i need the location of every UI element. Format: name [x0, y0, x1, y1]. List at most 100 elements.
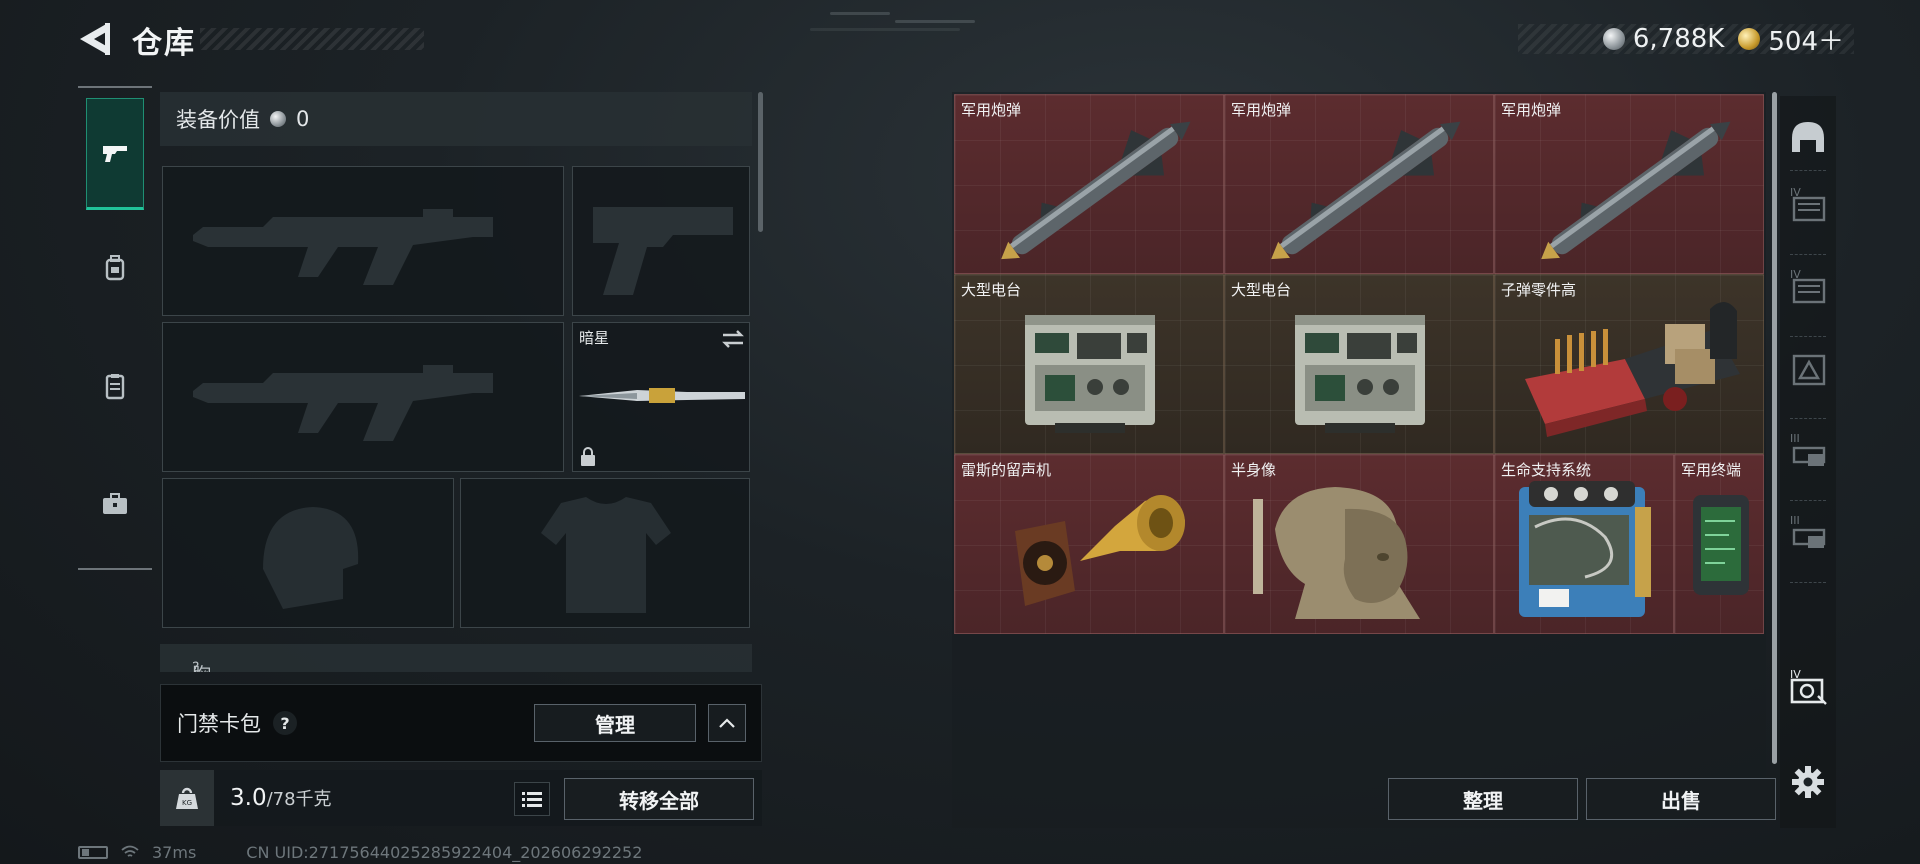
armor-silhouette-icon — [541, 497, 671, 613]
tab-armor[interactable] — [86, 212, 144, 324]
ping-text: 37ms — [152, 842, 197, 862]
missile-item-art — [1001, 121, 1191, 260]
equipment-panel: 装备价值 0 暗星 ? — [160, 92, 764, 672]
collapse-button[interactable] — [708, 704, 746, 742]
svg-text:III: III — [1790, 514, 1800, 527]
stash-item-ammo-parts[interactable]: 子弹零件高 — [1494, 274, 1764, 454]
pistol-slot[interactable] — [572, 166, 750, 316]
tab-consumables[interactable] — [86, 330, 144, 442]
pistol-icon — [103, 146, 127, 162]
radio-item-art — [1025, 315, 1155, 433]
stash-item-gramophone[interactable]: 雷斯的留声机 — [954, 454, 1224, 634]
stash-item-missile[interactable]: 军用炮弹 — [954, 94, 1224, 274]
silver-coin-icon — [270, 111, 286, 127]
tier-4-box-icon: IV — [1790, 186, 1826, 222]
primary-weapon-slot[interactable] — [162, 166, 564, 316]
missile-item-art — [1541, 121, 1731, 260]
gramophone-item-art — [1015, 495, 1185, 606]
gold-currency[interactable]: 504＋ — [1738, 21, 1844, 58]
currency-bar: 6,788K 504＋ — [1518, 24, 1854, 57]
item-label: 大型电台 — [961, 281, 1022, 299]
silver-coin-icon — [1602, 28, 1625, 50]
page-title: 仓库 — [132, 26, 196, 61]
uid-text: CN UID:27175644025285922404_202606292252 — [246, 842, 643, 862]
rail-page-4[interactable]: III — [1786, 428, 1830, 472]
equipment-value-row: 装备价值 0 — [160, 92, 752, 146]
tab-weapons[interactable] — [86, 98, 144, 210]
settings-button[interactable] — [1786, 760, 1830, 804]
item-label: 军用终端 — [1681, 461, 1742, 479]
stash-item-life-support[interactable]: 生命支持系统 — [1494, 454, 1674, 634]
pistol-silhouette-icon — [593, 207, 733, 295]
stash-item-radio[interactable]: 大型电台 — [1224, 274, 1494, 454]
tier-4-safe-icon: IV — [1790, 668, 1827, 705]
gold-amount: 504＋ — [1768, 26, 1844, 57]
rail-page-6-active[interactable]: IV — [1786, 664, 1830, 708]
bg-decor — [895, 20, 975, 23]
stash-scrollbar[interactable] — [1772, 92, 1777, 764]
knife-item-art — [579, 388, 745, 403]
rail-page-5[interactable]: III — [1786, 510, 1830, 554]
sell-button[interactable]: 出售 — [1586, 778, 1776, 820]
sort-button[interactable]: 整理 — [1388, 778, 1578, 820]
tab-items[interactable] — [86, 448, 144, 560]
wifi-icon — [121, 845, 139, 857]
stash-page-rail: IV IV III III IV — [1780, 96, 1836, 828]
tier-3-box-icon: III — [1790, 432, 1826, 466]
transfer-all-button[interactable]: 转移全部 — [564, 778, 754, 820]
missile-item-art — [1271, 121, 1461, 260]
settings-gear-icon — [1792, 766, 1824, 798]
stash-item-terminal[interactable]: 军用终端 — [1674, 454, 1764, 634]
melee-item-name: 暗星 — [579, 329, 610, 347]
equipment-value: 0 — [296, 107, 310, 131]
keycard-pack-label: 门禁卡包 — [177, 712, 261, 736]
bust-item-art — [1253, 487, 1420, 619]
bg-decor — [830, 12, 890, 15]
category-tabs — [78, 86, 152, 570]
clipboard-icon — [105, 374, 125, 400]
list-view-button[interactable] — [514, 782, 550, 816]
ammo-parts-item-art — [1525, 301, 1740, 437]
radio-item-art — [1295, 315, 1425, 433]
item-label: 大型电台 — [1231, 281, 1292, 299]
triangle-box-icon — [1792, 354, 1826, 386]
stash-item-radio[interactable]: 大型电台 — [954, 274, 1224, 454]
stash-item-bust[interactable]: 半身像 — [1224, 454, 1494, 634]
silver-amount: 6,788K — [1632, 24, 1725, 54]
rifle-silhouette-icon — [193, 209, 493, 285]
chevron-up-icon — [719, 718, 735, 728]
secondary-weapon-slot[interactable] — [162, 322, 564, 472]
help-icon[interactable]: ? — [273, 711, 297, 735]
bg-decor — [810, 28, 960, 31]
helmet-silhouette-icon — [263, 507, 359, 609]
stash-item-missile[interactable]: 军用炮弹 — [1224, 94, 1494, 274]
rail-stash-main[interactable] — [1786, 116, 1830, 160]
silver-currency[interactable]: 6,788K — [1602, 24, 1725, 54]
terminal-item-art — [1693, 495, 1749, 595]
stash-item-missile[interactable]: 军用炮弹 — [1494, 94, 1764, 274]
rail-page-3[interactable] — [1786, 346, 1830, 390]
melee-slot[interactable]: 暗星 — [572, 322, 750, 472]
stash-grid: 军用炮弹 军用炮弹 军用炮弹 大型电台 大型电台 子弹零件高 雷斯的留声机 半身… — [954, 94, 1764, 634]
armor-slot[interactable] — [460, 478, 750, 628]
system-status-bar: 37ms CN UID:27175644025285922404_2026062… — [78, 842, 642, 862]
back-arrow-icon[interactable] — [78, 20, 112, 58]
gold-coin-icon — [1738, 28, 1761, 50]
life-support-item-art — [1519, 481, 1651, 617]
rail-page-1[interactable]: IV — [1786, 182, 1830, 226]
rifle-silhouette-icon — [193, 365, 493, 441]
helmet-slot[interactable] — [162, 478, 454, 628]
kettlebell-weight-icon: KG — [176, 787, 198, 809]
tier-4-box-icon: IV — [1790, 268, 1826, 304]
battery-icon — [78, 845, 108, 859]
manage-button[interactable]: 管理 — [534, 704, 696, 742]
helmet-tab-icon — [1792, 122, 1824, 152]
tier-3-box-icon: III — [1790, 514, 1826, 548]
equipment-scrollbar[interactable] — [758, 92, 763, 232]
weight-icon-box: KG — [160, 770, 214, 826]
swap-icon[interactable] — [721, 329, 745, 349]
lock-icon — [581, 447, 595, 466]
rail-page-2[interactable]: IV — [1786, 264, 1830, 308]
chest-rig-row[interactable]: 胸挂 ? — [160, 644, 752, 672]
title-decor-stripe — [200, 28, 424, 50]
